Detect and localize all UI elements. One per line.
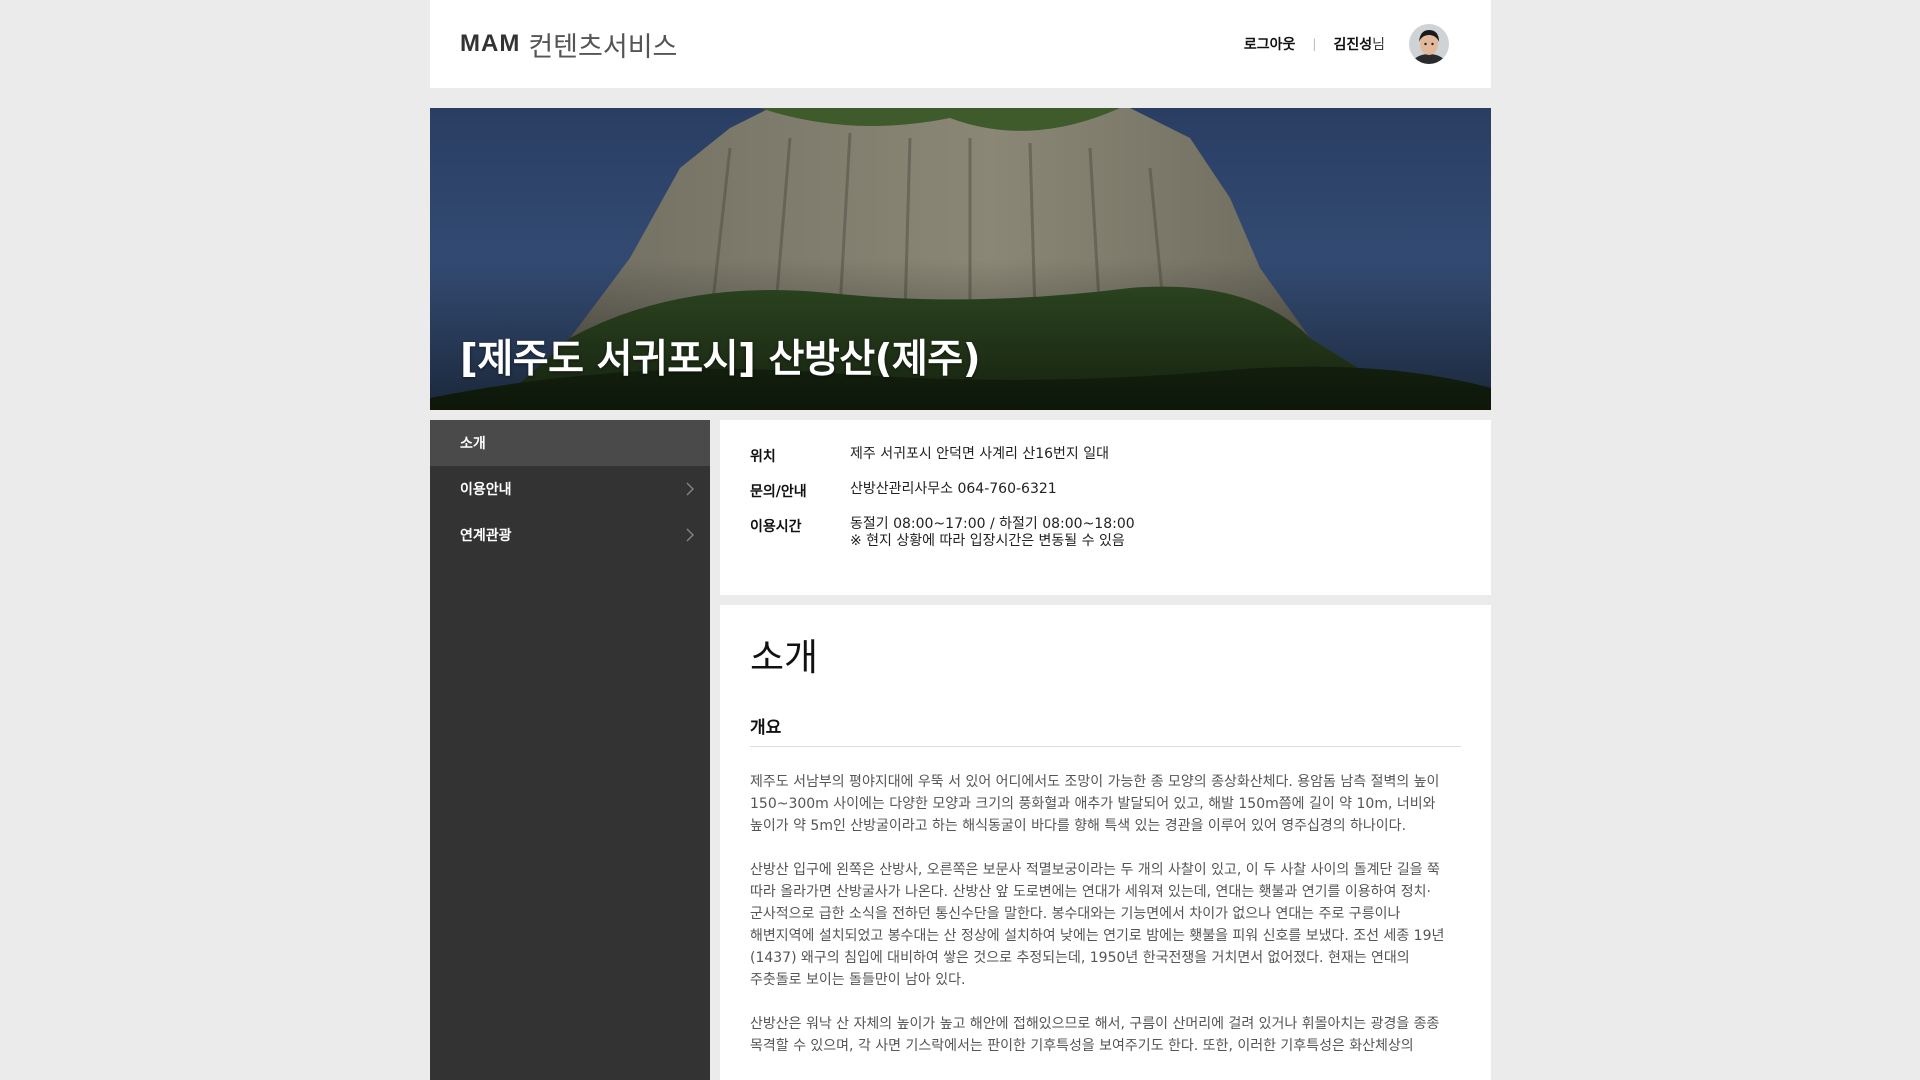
sidebar-item-usage-guide[interactable]: 이용안내 <box>430 466 710 512</box>
logo-mam-text: MAM <box>460 30 521 57</box>
info-label: 위치 <box>750 449 776 465</box>
divider: | <box>1312 37 1317 51</box>
page-title: [제주도 서귀포시] 산방산(제주) <box>460 337 981 382</box>
body-paragraph: 산방산은 워낙 산 자체의 높이가 높고 해안에 접해있으므로 해서, 구름이 … <box>750 1016 1440 1054</box>
section-heading: 소개 <box>750 636 819 679</box>
sidebar-nav: 소개 이용안내 연계관광 <box>430 420 710 1080</box>
info-value: 산방산관리사무소 064-760-6321 <box>850 481 1057 497</box>
info-label: 문의/안내 <box>750 484 807 500</box>
sidebar-item-label: 연계관광 <box>460 528 512 544</box>
info-row-hours: 이용시간 동절기 08:00~17:00 / 하절기 08:00~18:00 ※… <box>750 516 1461 550</box>
page-wrapper: MAM 컨텐츠서비스 로그아웃 | 김진성님 [제주도 서귀포시] 산방산(제주… <box>430 0 1491 1080</box>
site-logo[interactable]: MAM 컨텐츠서비스 <box>460 26 678 63</box>
sidebar-item-intro[interactable]: 소개 <box>430 420 710 466</box>
logout-link[interactable]: 로그아웃 <box>1244 34 1296 54</box>
info-value: 동절기 08:00~17:00 / 하절기 08:00~18:00 ※ 현지 상… <box>850 516 1135 550</box>
body-paragraph: 산방산 입구에 왼쪽은 산방사, 오른쪽은 보문사 적멸보궁이라는 두 개의 사… <box>750 862 1445 988</box>
hours-note: ※ 현지 상황에 따라 입장시간은 변동될 수 있음 <box>850 533 1125 549</box>
sidebar-item-label: 이용안내 <box>460 482 512 498</box>
user-greeting: 김진성님 <box>1333 34 1385 54</box>
info-box: 위치 제주 서귀포시 안덕면 사계리 산16번지 일대 문의/안내 산방산관리사… <box>720 420 1491 595</box>
sidebar-item-label: 소개 <box>460 436 486 452</box>
hours-text: 동절기 08:00~17:00 / 하절기 08:00~18:00 <box>850 516 1135 532</box>
info-label: 이용시간 <box>750 519 802 535</box>
main-content: 소개 개요 제주도 서남부의 평야지대에 우뚝 서 있어 어디에서도 조망이 가… <box>720 605 1491 1080</box>
info-value: 제주 서귀포시 안덕면 사계리 산16번지 일대 <box>850 446 1110 462</box>
site-header: MAM 컨텐츠서비스 로그아웃 | 김진성님 <box>430 0 1491 88</box>
sidebar-item-related-tourism[interactable]: 연계관광 <box>430 512 710 558</box>
info-row-location: 위치 제주 서귀포시 안덕면 사계리 산16번지 일대 <box>750 446 1461 466</box>
subsection-heading: 개요 <box>750 713 1461 747</box>
chevron-right-icon <box>686 528 694 542</box>
user-utility-bar: 로그아웃 | 김진성님 <box>1244 22 1449 66</box>
avatar[interactable] <box>1409 24 1449 64</box>
user-honorific: 님 <box>1372 37 1385 53</box>
user-name: 김진성 <box>1333 37 1373 53</box>
logo-service-text: 컨텐츠서비스 <box>528 31 678 63</box>
body-paragraph: 제주도 서남부의 평야지대에 우뚝 서 있어 어디에서도 조망이 가능한 종 모… <box>750 774 1440 834</box>
chevron-right-icon <box>686 482 694 496</box>
hero-banner: [제주도 서귀포시] 산방산(제주) <box>430 108 1491 410</box>
info-row-contact: 문의/안내 산방산관리사무소 064-760-6321 <box>750 481 1461 501</box>
